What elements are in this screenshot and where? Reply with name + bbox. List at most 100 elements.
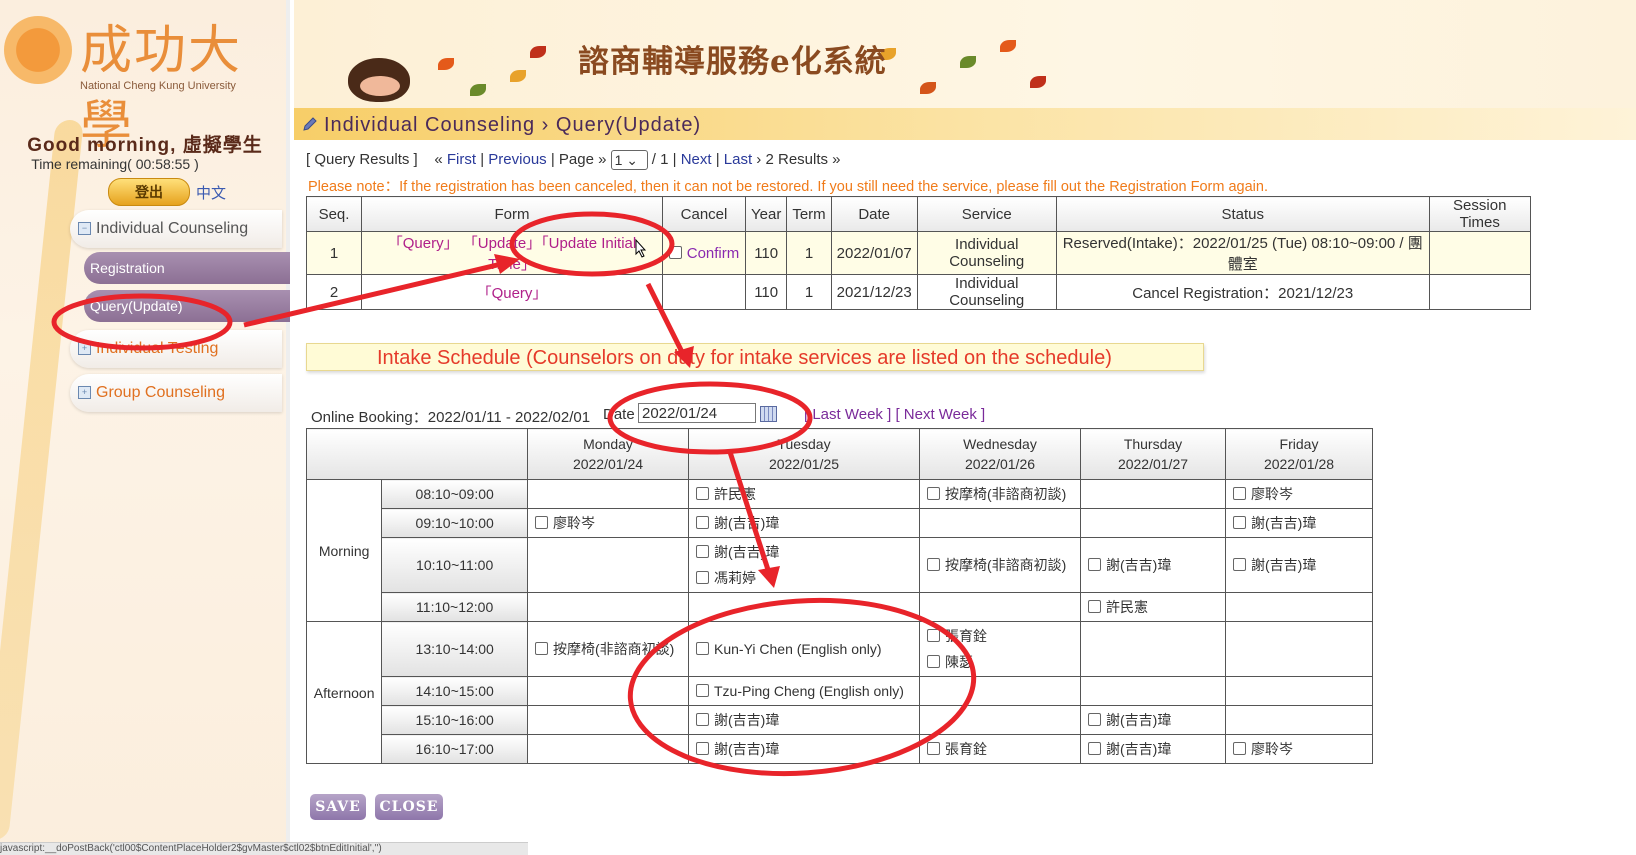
counselor-slot[interactable]: 謝(吉吉)瑋 [1227, 510, 1371, 536]
calendar-icon[interactable] [760, 406, 777, 422]
page-select[interactable]: 1 ⌄ [610, 150, 648, 170]
counselor-slot[interactable]: 張育銓 [921, 623, 1079, 649]
counselor-slot[interactable]: 許民憲 [690, 481, 918, 507]
language-switch-link[interactable]: 中文 [196, 182, 226, 203]
nav-registration[interactable]: Registration [84, 252, 290, 284]
counselor-slot[interactable]: 謝(吉吉)瑋 [690, 736, 918, 762]
counselor-slot[interactable]: 謝(吉吉)瑋 [690, 707, 918, 733]
slot-checkbox[interactable] [927, 487, 940, 500]
last-week-link[interactable]: [ Last Week ] [804, 406, 891, 423]
slot-checkbox[interactable] [1088, 742, 1101, 755]
slot-cell [527, 479, 689, 509]
slot-checkbox[interactable] [927, 655, 940, 668]
bird-belly-decoration [360, 76, 400, 96]
counselor-slot[interactable]: 張育銓 [921, 736, 1079, 762]
counselor-name: Kun-Yi Chen (English only) [714, 641, 882, 657]
online-booking-range: Online Booking：2022/01/11 - 2022/02/01 [311, 409, 591, 426]
day-name: Wednesday [963, 436, 1037, 452]
cancel-cell [662, 274, 746, 310]
slot-checkbox[interactable] [696, 571, 709, 584]
counselor-name: 許民憲 [1106, 599, 1148, 615]
date-input[interactable]: 2022/01/24 [638, 403, 756, 423]
slot-checkbox[interactable] [1088, 558, 1101, 571]
slot-checkbox[interactable] [1233, 516, 1246, 529]
previous-page-link[interactable]: Previous [488, 151, 546, 168]
counselor-slot[interactable]: 按摩椅(非諮商初談) [921, 552, 1079, 578]
nav-group-counseling[interactable]: + Group Counseling [70, 374, 282, 412]
nav-individual-testing[interactable]: + Individual Testing [70, 330, 282, 368]
counselor-slot[interactable]: 按摩椅(非諮商初談) [529, 636, 687, 662]
slot-checkbox[interactable] [927, 558, 940, 571]
counselor-slot[interactable]: 廖聆岑 [1227, 481, 1371, 507]
slot-checkbox[interactable] [535, 642, 548, 655]
browser-status-bar: javascript:__doPostBack('ctl00$ContentPl… [0, 842, 528, 855]
collapse-icon: − [78, 222, 91, 236]
slot-cell: 謝(吉吉)瑋 [1080, 734, 1226, 764]
counselor-slot[interactable]: 謝(吉吉)瑋 [1082, 552, 1224, 578]
nav-individual-counseling[interactable]: − Individual Counseling [70, 210, 282, 248]
slot-checkbox[interactable] [535, 516, 548, 529]
schedule-header-row: Monday 2022/01/24 Tuesday 2022/01/25 Wedne… [306, 428, 1373, 480]
slot-cell: Kun-Yi Chen (English only) [688, 621, 920, 677]
counselor-slot[interactable]: 許民憲 [1082, 594, 1224, 620]
counselor-slot[interactable]: 謝(吉吉)瑋 [690, 510, 918, 536]
slot-checkbox[interactable] [1233, 558, 1246, 571]
next-page-link[interactable]: Next [681, 151, 712, 168]
slot-checkbox[interactable] [927, 629, 940, 642]
slot-checkbox[interactable] [1088, 713, 1101, 726]
counselor-slot[interactable]: 馮莉婷 [690, 565, 918, 591]
counselor-name: Tzu-Ping Cheng (English only) [714, 683, 904, 699]
first-page-link[interactable]: First [447, 151, 476, 168]
query-link[interactable]: 「Query」 [477, 285, 548, 302]
slot-cell: 謝(吉吉)瑋 [1225, 508, 1373, 538]
slot-cell: 謝(吉吉)瑋 [1080, 537, 1226, 593]
sidebar: 成功大學 National Cheng Kung University Good… [0, 0, 290, 854]
date-cell: 2021/12/23 [830, 274, 918, 310]
slot-cell [688, 592, 920, 622]
update-link[interactable]: 「Update」 [463, 235, 541, 252]
close-button[interactable]: CLOSE [375, 794, 443, 820]
counselor-slot[interactable]: 廖聆岑 [1227, 736, 1371, 762]
slot-checkbox[interactable] [1088, 600, 1101, 613]
slot-checkbox[interactable] [927, 742, 940, 755]
slot-cell: 謝(吉吉)瑋 馮莉婷 [688, 537, 920, 593]
counselor-slot[interactable]: 按摩椅(非諮商初談) [921, 481, 1079, 507]
slot-cell: 許民憲 [1080, 592, 1226, 622]
day-header: Friday 2022/01/28 [1225, 428, 1373, 480]
counselor-name: 謝(吉吉)瑋 [714, 515, 780, 531]
slot-checkbox[interactable] [696, 742, 709, 755]
year-cell: 110 [744, 274, 788, 310]
counselor-slot[interactable]: 謝(吉吉)瑋 [1082, 707, 1224, 733]
slot-cell: 許民憲 [688, 479, 920, 509]
slot-checkbox[interactable] [1233, 742, 1246, 755]
last-page-link[interactable]: Last [724, 151, 752, 168]
counselor-slot[interactable]: 陳瑟 [921, 649, 1079, 675]
cancel-checkbox[interactable] [668, 245, 682, 259]
slot-checkbox[interactable] [696, 516, 709, 529]
counselor-slot[interactable]: Kun-Yi Chen (English only) [690, 636, 918, 662]
counselor-name: 張育銓 [945, 628, 987, 644]
counselor-slot[interactable]: 謝(吉吉)瑋 [690, 539, 918, 565]
slot-checkbox[interactable] [696, 545, 709, 558]
counselor-slot[interactable]: Tzu-Ping Cheng (English only) [690, 678, 918, 704]
counselor-name: 陳瑟 [945, 654, 973, 670]
slot-checkbox[interactable] [696, 713, 709, 726]
slot-checkbox[interactable] [696, 487, 709, 500]
counselor-slot[interactable]: 廖聆岑 [529, 510, 687, 536]
slot-checkbox[interactable] [696, 684, 709, 697]
query-link[interactable]: 「Query」 [388, 235, 459, 252]
slot-cell [1225, 676, 1373, 706]
counselor-slot[interactable]: 謝(吉吉)瑋 [1082, 736, 1224, 762]
day-header: Thursday 2022/01/27 [1080, 428, 1226, 480]
schedule-row: 10:10~11:00 謝(吉吉)瑋 馮莉婷 按摩椅(非諮商初談) 謝(吉吉)瑋 … [307, 537, 1373, 593]
logout-button[interactable]: 登出 [108, 178, 190, 206]
slot-checkbox[interactable] [1233, 487, 1246, 500]
save-button[interactable]: SAVE [310, 794, 366, 820]
counselor-slot[interactable]: 謝(吉吉)瑋 [1227, 552, 1371, 578]
next-week-link[interactable]: [ Next Week ] [895, 406, 985, 423]
slot-cell: 謝(吉吉)瑋 [688, 734, 920, 764]
slot-checkbox[interactable] [696, 642, 709, 655]
nav-query-update[interactable]: Query(Update) [84, 290, 290, 322]
confirm-cancel-link[interactable]: Confirm [687, 245, 740, 262]
time-label: 09:10~10:00 [381, 508, 528, 538]
